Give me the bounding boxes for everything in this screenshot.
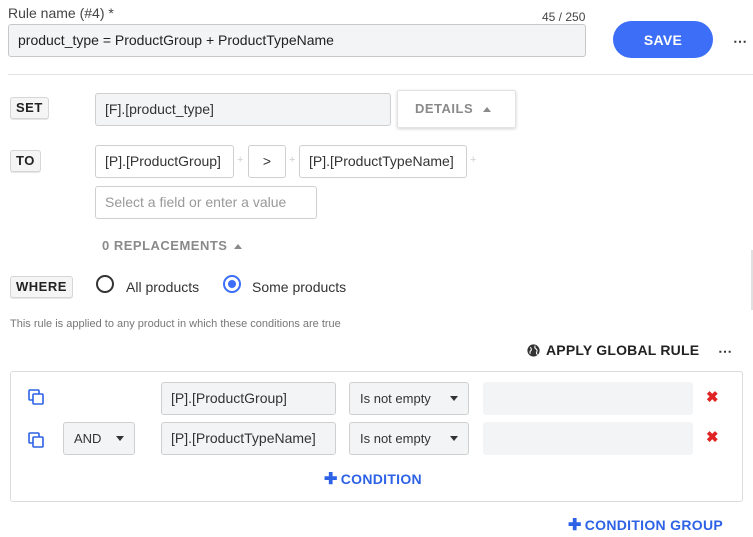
to-token[interactable]: [P].[ProductTypeName] — [299, 145, 467, 178]
remove-condition-icon[interactable]: ✖ — [706, 388, 719, 406]
radio-all-products-label[interactable]: All products — [126, 279, 199, 295]
chevron-up-icon — [483, 107, 492, 113]
add-token-icon[interactable]: + — [470, 154, 476, 166]
globe-icon — [527, 343, 540, 357]
add-condition-group-label: CONDITION GROUP — [584, 517, 723, 533]
duplicate-icon[interactable] — [28, 432, 44, 448]
more-options-icon[interactable]: ⋯ — [733, 34, 747, 48]
where-keyword: WHERE — [10, 276, 73, 298]
set-keyword: SET — [10, 97, 49, 119]
remove-condition-icon[interactable]: ✖ — [706, 428, 719, 446]
plus-icon: ✚ — [568, 517, 582, 534]
operator-select[interactable]: Is not empty — [349, 422, 469, 455]
where-help-text: This rule is applied to any product in w… — [10, 318, 341, 330]
connector-select[interactable]: AND — [63, 422, 135, 455]
connector-value: AND — [74, 431, 102, 446]
replacements-label: 0 REPLACEMENTS — [102, 238, 228, 253]
duplicate-icon[interactable] — [28, 389, 44, 405]
replacements-toggle[interactable]: 0 REPLACEMENTS — [102, 238, 243, 253]
add-condition-button[interactable]: ✚ CONDITION — [324, 469, 422, 489]
header-divider — [8, 74, 753, 75]
apply-global-rule-label: APPLY GLOBAL RULE — [546, 342, 700, 358]
condition-value-input[interactable] — [483, 422, 693, 455]
operator-value: Is not empty — [360, 391, 431, 406]
radio-all-products[interactable] — [96, 275, 114, 293]
char-counter: 45 / 250 — [542, 10, 586, 24]
to-token[interactable]: [P].[ProductGroup] — [95, 145, 234, 178]
set-field[interactable]: [F].[product_type] — [95, 93, 391, 126]
plus-icon: ✚ — [324, 471, 338, 488]
add-token-icon[interactable]: + — [289, 154, 295, 166]
condition-field[interactable]: [P].[ProductTypeName] — [161, 422, 336, 455]
radio-some-products[interactable] — [223, 275, 241, 293]
operator-select[interactable]: Is not empty — [349, 382, 469, 415]
to-value-input[interactable]: Select a field or enter a value — [95, 186, 317, 219]
chevron-down-icon — [450, 396, 458, 401]
condition-value-input[interactable] — [483, 382, 693, 415]
to-token[interactable]: > — [248, 145, 286, 178]
add-token-icon[interactable]: + — [237, 154, 243, 166]
operator-value: Is not empty — [360, 431, 431, 446]
details-label: DETAILS — [415, 101, 474, 116]
conditions-more-icon[interactable]: ⋯ — [718, 344, 732, 358]
chevron-down-icon — [450, 436, 458, 441]
rule-name-input[interactable]: product_type = ProductGroup + ProductTyp… — [8, 24, 586, 57]
apply-global-rule-button[interactable]: APPLY GLOBAL RULE — [527, 342, 699, 358]
save-button[interactable]: SAVE — [613, 21, 713, 58]
add-condition-group-button[interactable]: ✚ CONDITION GROUP — [568, 515, 723, 535]
add-condition-label: CONDITION — [340, 471, 422, 487]
rule-name-label: Rule name (#4) * — [8, 5, 114, 21]
chevron-down-icon — [116, 436, 124, 441]
details-button[interactable]: DETAILS — [397, 90, 516, 128]
radio-some-products-label[interactable]: Some products — [252, 279, 346, 295]
chevron-up-icon — [234, 244, 243, 250]
to-keyword: TO — [10, 150, 41, 172]
condition-field[interactable]: [P].[ProductGroup] — [161, 382, 336, 415]
